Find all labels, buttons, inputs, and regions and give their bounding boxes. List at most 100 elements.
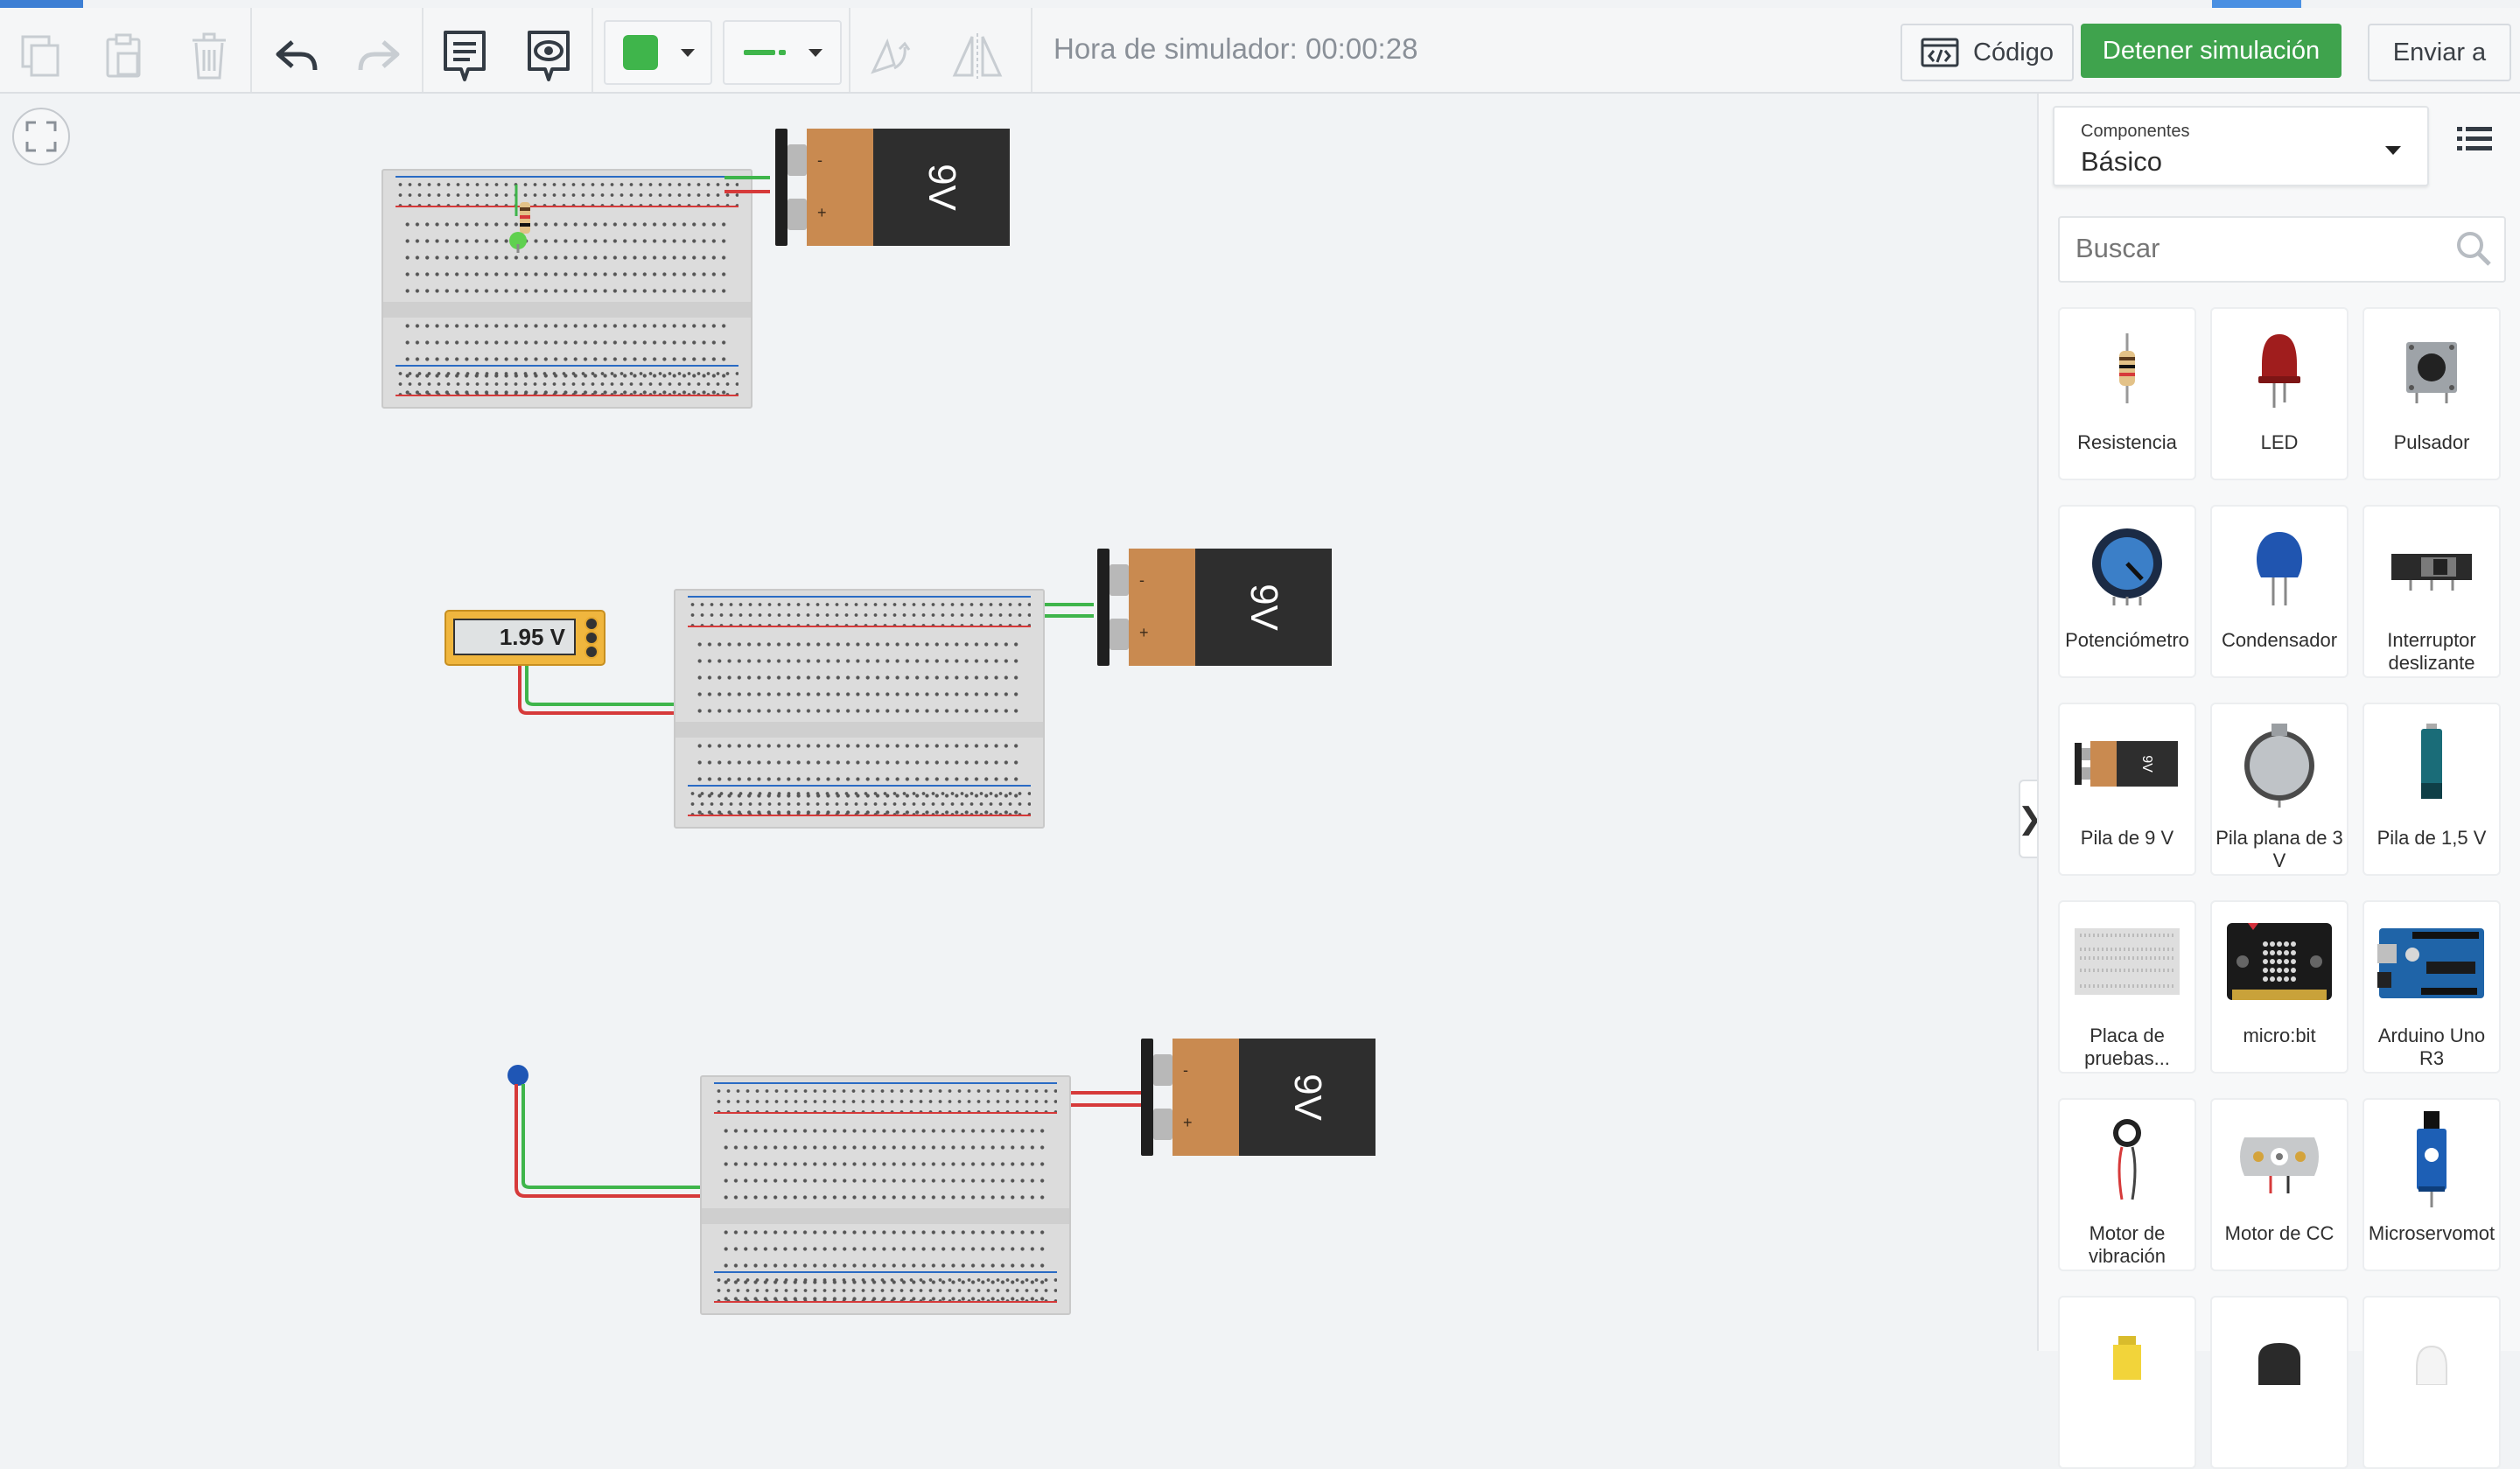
line-style-dropdown[interactable] bbox=[723, 20, 842, 85]
arduino-icon bbox=[2377, 928, 2484, 998]
line-style-dot bbox=[779, 50, 786, 55]
search-box bbox=[2058, 216, 2506, 283]
component-label: Motor de vibración bbox=[2088, 1222, 2166, 1267]
category-select[interactable]: Componentes Básico bbox=[2053, 106, 2429, 186]
battery-label: 9V bbox=[920, 164, 963, 211]
component-label: Microservomot bbox=[2368, 1222, 2496, 1244]
category-value: Básico bbox=[2081, 146, 2163, 177]
flip-icon[interactable] bbox=[947, 25, 1008, 87]
component-tile-motor-vibracion[interactable]: Motor de vibración bbox=[2058, 1098, 2196, 1271]
list-view-button[interactable] bbox=[2457, 125, 2502, 164]
component-label: Placa de pruebas... bbox=[2084, 1025, 2170, 1069]
component-tile-pulsador[interactable]: Pulsador bbox=[2362, 307, 2501, 480]
multimeter[interactable]: 1.95 V bbox=[444, 610, 606, 666]
dc-motor-icon bbox=[2240, 1137, 2319, 1193]
battery-9v[interactable]: - + 9V bbox=[1141, 1039, 1376, 1156]
components-panel: Componentes Básico Resistencia LED Pulsa… bbox=[2037, 94, 2520, 1469]
component-label: Pila de 9 V bbox=[2080, 827, 2174, 849]
search-icon[interactable] bbox=[2455, 230, 2492, 267]
component-tile-condensador[interactable]: Condensador bbox=[2210, 505, 2348, 678]
fill-color-swatch bbox=[623, 35, 658, 70]
trash-icon[interactable] bbox=[178, 25, 240, 87]
component-tile-pila-15v[interactable]: Pila de 1,5 V bbox=[2362, 703, 2501, 876]
battery-plus-label: + bbox=[1139, 624, 1149, 641]
workplane-canvas[interactable]: - + 9V - + 9V 1.95 V - + 9V ❯ bbox=[0, 94, 2042, 1351]
component-tile-resistencia[interactable]: Resistencia bbox=[2058, 307, 2196, 480]
component-label: Resistencia bbox=[2077, 431, 2177, 453]
component-label: Interruptor deslizante bbox=[2387, 629, 2476, 674]
breadboard-icon bbox=[2075, 928, 2180, 995]
toolbar-separator bbox=[592, 8, 593, 92]
send-to-button[interactable]: Enviar a bbox=[2368, 24, 2511, 81]
potentiometer-icon bbox=[2092, 528, 2162, 605]
component-tile-motor-cc[interactable]: Motor de CC bbox=[2210, 1098, 2348, 1271]
chevron-down-icon bbox=[681, 48, 695, 57]
multimeter-reading: 1.95 V bbox=[453, 619, 576, 655]
battery-label: 9V bbox=[1285, 1074, 1329, 1121]
component-tile-partial[interactable] bbox=[2210, 1296, 2348, 1469]
stop-simulation-button[interactable]: Detener simulación bbox=[2081, 24, 2342, 78]
battery-9v-icon: 9V bbox=[2075, 741, 2178, 787]
battery-9v[interactable]: - + 9V bbox=[775, 129, 1010, 246]
undo-icon[interactable] bbox=[266, 25, 327, 87]
microbit-icon bbox=[2227, 923, 2332, 1000]
breadboard[interactable] bbox=[700, 1075, 1071, 1315]
simulation-time: Hora de simulador: 00:00:28 bbox=[1054, 32, 1418, 65]
component-label: Arduino Uno R3 bbox=[2377, 1025, 2486, 1069]
notes-icon[interactable] bbox=[434, 25, 495, 87]
svg-text:9V: 9V bbox=[2139, 755, 2154, 773]
led-icon bbox=[2258, 334, 2300, 408]
chevron-down-icon bbox=[808, 48, 822, 57]
redo-icon[interactable] bbox=[348, 25, 410, 87]
battery-9v[interactable]: - + 9V bbox=[1097, 549, 1332, 666]
component-tile-pila-plana[interactable]: Pila plana de 3 V bbox=[2210, 703, 2348, 876]
slide-switch-icon bbox=[2391, 554, 2472, 591]
stop-simulation-label: Detener simulación bbox=[2102, 36, 2320, 65]
component-label: micro:bit bbox=[2243, 1025, 2316, 1046]
component-tile-microservo[interactable]: Microservomot bbox=[2362, 1098, 2501, 1271]
breadboard[interactable] bbox=[674, 589, 1045, 829]
chevron-down-icon bbox=[2385, 146, 2401, 155]
list-icon bbox=[2457, 127, 2492, 150]
line-style-swatch bbox=[744, 50, 775, 55]
component-tile-arduino[interactable]: Arduino Uno R3 bbox=[2362, 900, 2501, 1074]
toolbar: Hora de simulador: 00:00:28 Código Deten… bbox=[0, 8, 2520, 94]
vibration-motor-icon bbox=[2113, 1119, 2141, 1200]
component-tile-microbit[interactable]: micro:bit bbox=[2210, 900, 2348, 1074]
dark-component-icon bbox=[2258, 1343, 2300, 1385]
paste-icon[interactable] bbox=[93, 25, 154, 87]
component-tile-partial[interactable] bbox=[2058, 1296, 2196, 1469]
battery-minus-label: - bbox=[817, 151, 822, 169]
component-label: Pila de 1,5 V bbox=[2376, 827, 2487, 849]
copy-icon[interactable] bbox=[10, 25, 72, 87]
component-label: Condensador bbox=[2221, 629, 2338, 651]
component-tile-potenciometro[interactable]: Potenciómetro bbox=[2058, 505, 2196, 678]
component-tile-interruptor[interactable]: Interruptor deslizante bbox=[2362, 505, 2501, 678]
component-label: Pila plana de 3 V bbox=[2216, 827, 2343, 871]
battery-plus-label: + bbox=[1183, 1114, 1193, 1131]
rotate-icon[interactable] bbox=[859, 25, 920, 87]
component-tile-pila-9v[interactable]: 9V Pila de 9 V bbox=[2058, 703, 2196, 876]
code-button[interactable]: Código bbox=[1900, 24, 2074, 81]
battery-minus-label: - bbox=[1139, 571, 1144, 589]
visibility-icon[interactable] bbox=[518, 25, 579, 87]
search-input[interactable] bbox=[2074, 225, 2445, 272]
fill-color-dropdown[interactable] bbox=[604, 20, 712, 85]
component-label: Pulsador bbox=[2393, 431, 2470, 453]
code-button-label: Código bbox=[1973, 38, 2054, 66]
component-label: Potenciómetro bbox=[2065, 629, 2189, 651]
toolbar-separator bbox=[250, 8, 252, 92]
coin-cell-icon bbox=[2244, 724, 2314, 808]
yellow-component-icon bbox=[2113, 1336, 2141, 1380]
category-caption: Componentes bbox=[2081, 122, 2190, 141]
battery-aa-icon bbox=[2421, 724, 2442, 799]
pushbutton-icon bbox=[2406, 342, 2457, 403]
component-tile-placa[interactable]: Placa de pruebas... bbox=[2058, 900, 2196, 1074]
battery-plus-label: + bbox=[817, 204, 827, 221]
white-component-icon bbox=[2416, 1345, 2447, 1385]
component-tile-led[interactable]: LED bbox=[2210, 307, 2348, 480]
capacitor-icon bbox=[2256, 532, 2303, 605]
component-tile-partial[interactable] bbox=[2362, 1296, 2501, 1469]
toolbar-separator bbox=[422, 8, 424, 92]
component-label: LED bbox=[2260, 431, 2299, 453]
